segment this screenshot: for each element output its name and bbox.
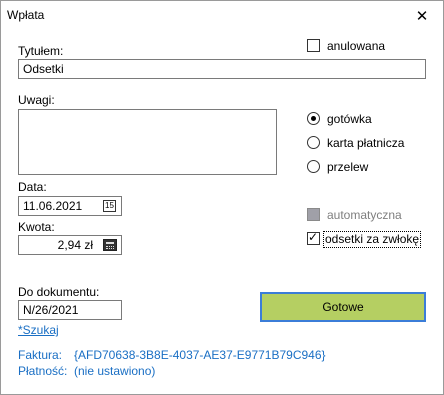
- close-icon: ✕: [415, 7, 429, 25]
- radio-cash[interactable]: [307, 112, 320, 125]
- notes-textarea[interactable]: [18, 109, 277, 175]
- notes-label: Uwagi:: [18, 93, 55, 107]
- title-label: Tytułem:: [18, 44, 64, 58]
- calculator-display: [106, 242, 114, 244]
- cancelled-checkbox[interactable]: [307, 39, 320, 52]
- close-button[interactable]: ✕: [401, 1, 443, 31]
- amount-label: Kwota:: [18, 220, 55, 234]
- late-interest-checkbox[interactable]: ✓: [307, 230, 320, 245]
- payment-label: Płatność:: [18, 364, 68, 378]
- invoice-value: {AFD70638-3B8E-4037-AE37-E9771B79C946}: [74, 348, 326, 362]
- document-label: Do dokumentu:: [18, 285, 100, 299]
- title-bar: Wpłata ✕: [1, 1, 443, 31]
- automatic-checkbox: [307, 208, 320, 221]
- date-value: 11.06.2021: [23, 199, 83, 213]
- cancelled-label: anulowana: [327, 39, 386, 53]
- late-interest-label: odsetki za zwłokę: [325, 232, 420, 246]
- radio-card-label: karta płatnicza: [327, 136, 405, 150]
- radio-cash-label: gotówka: [327, 112, 372, 126]
- done-button[interactable]: Gotowe: [260, 292, 426, 322]
- radio-transfer-label: przelew: [327, 160, 369, 174]
- invoice-label: Faktura:: [18, 348, 63, 362]
- window-title: Wpłata: [7, 8, 45, 22]
- calendar-day: 15: [105, 201, 114, 210]
- done-button-label: Gotowe: [322, 300, 364, 314]
- date-label: Data:: [18, 180, 47, 194]
- calendar-icon[interactable]: 15: [103, 200, 116, 212]
- checkmark-icon: ✓: [308, 230, 319, 244]
- search-link[interactable]: *Szukaj: [18, 323, 59, 337]
- title-input[interactable]: Odsetki: [18, 59, 426, 79]
- calculator-keys: [106, 246, 114, 249]
- calculator-icon[interactable]: [103, 239, 117, 251]
- radio-selected-dot: [311, 116, 316, 121]
- amount-value: 2,94 zł: [57, 238, 93, 252]
- radio-transfer[interactable]: [307, 160, 320, 173]
- payment-dialog: Wpłata ✕ Tytułem: Odsetki anulowana Uwag…: [0, 0, 444, 395]
- document-input[interactable]: N/26/2021: [18, 300, 122, 320]
- radio-card[interactable]: [307, 136, 320, 149]
- payment-value: (nie ustawiono): [74, 364, 156, 378]
- automatic-label: automatyczna: [327, 208, 402, 222]
